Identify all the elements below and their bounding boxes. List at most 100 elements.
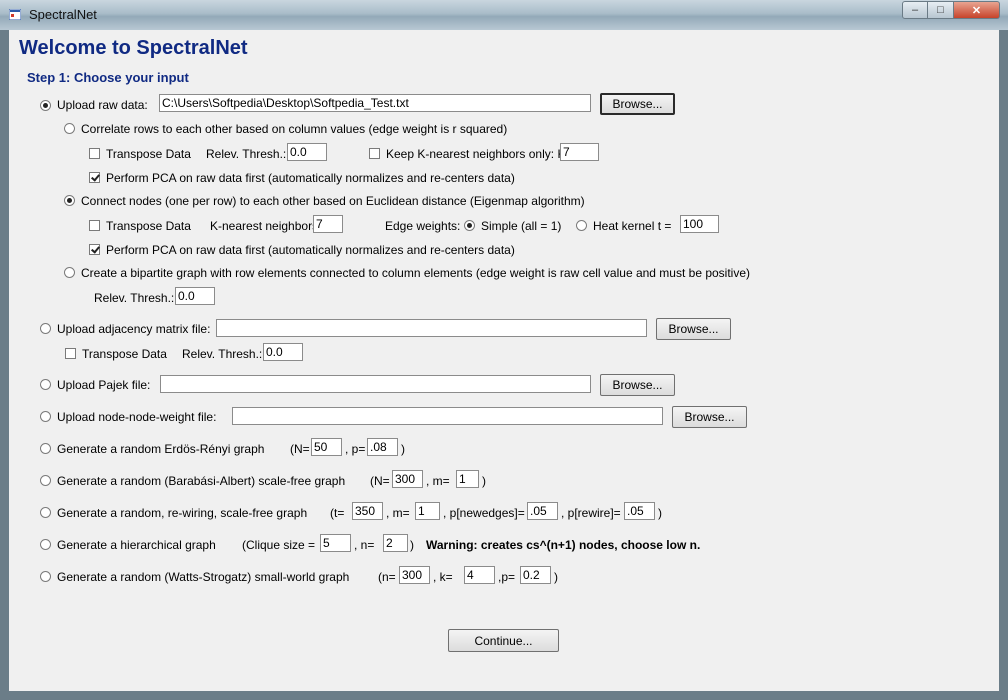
radio-heat-kernel[interactable] <box>576 220 587 231</box>
close-icon: ✕ <box>971 4 982 17</box>
heat-kernel-input[interactable]: 100 <box>680 215 719 233</box>
connect-transpose-checkbox[interactable] <box>89 220 100 231</box>
rewiring-t-input[interactable]: 350 <box>352 502 383 520</box>
rewiring-pnew-label: , p[newedges]= <box>443 506 525 520</box>
adjacency-path-input[interactable] <box>216 319 647 337</box>
watts-n-label: (n= <box>378 570 396 584</box>
edge-weights-label: Edge weights: <box>385 219 461 233</box>
rewiring-close: ) <box>658 506 662 520</box>
continue-button[interactable]: Continue... <box>448 629 559 652</box>
correlate-knn-input[interactable]: 7 <box>560 143 599 161</box>
hierarchical-close: ) <box>410 538 414 552</box>
knn-label: Keep K-nearest neighbors only: K= <box>386 147 573 161</box>
bipartite-label: Create a bipartite graph with row elemen… <box>81 266 751 280</box>
correlate-relev-label: Relev. Thresh.: <box>206 147 287 161</box>
bipartite-relev-label: Relev. Thresh.: <box>94 291 175 305</box>
erdos-n-input[interactable]: 50 <box>311 438 342 456</box>
nnw-path-input[interactable] <box>232 407 663 425</box>
rewiring-prew-input[interactable]: .05 <box>624 502 655 520</box>
radio-bipartite[interactable] <box>64 267 75 278</box>
radio-rewiring[interactable] <box>40 507 51 518</box>
connect-knn-input[interactable]: 7 <box>313 215 343 233</box>
connect-transpose-label: Transpose Data <box>106 219 191 233</box>
hierarchical-n-label: , n= <box>354 538 375 552</box>
radio-simple[interactable] <box>464 220 475 231</box>
nnw-label: Upload node-node-weight file: <box>57 410 217 424</box>
hierarchical-n-input[interactable]: 2 <box>383 534 408 552</box>
rewiring-m-label: , m= <box>386 506 410 520</box>
radio-pajek[interactable] <box>40 379 51 390</box>
knn-checkbox[interactable] <box>369 148 380 159</box>
watts-k-input[interactable]: 4 <box>464 566 495 584</box>
correlate-pca-checkbox[interactable] <box>89 172 100 183</box>
hierarchical-warning: Warning: creates cs^(n+1) nodes, choose … <box>426 538 701 552</box>
radio-correlate[interactable] <box>64 123 75 134</box>
adjacency-browse-button[interactable]: Browse... <box>656 318 731 340</box>
erdos-close: ) <box>401 442 405 456</box>
barabasi-m-label: , m= <box>426 474 450 488</box>
adjacency-relev-input[interactable]: 0.0 <box>263 343 303 361</box>
hierarchical-label: Generate a hierarchical graph <box>57 538 216 552</box>
upload-raw-label: Upload raw data: <box>57 98 148 112</box>
radio-nnw[interactable] <box>40 411 51 422</box>
rewiring-t-label: (t= <box>330 506 345 520</box>
correlate-relev-input[interactable]: 0.0 <box>287 143 327 161</box>
title-bar[interactable]: SpectralNet – □ ✕ <box>0 0 1008 30</box>
pajek-browse-button[interactable]: Browse... <box>600 374 675 396</box>
radio-connect[interactable] <box>64 195 75 206</box>
rewiring-prew-label: , p[rewire]= <box>561 506 621 520</box>
maximize-icon: □ <box>937 4 944 16</box>
connect-label: Connect nodes (one per row) to each othe… <box>81 194 585 208</box>
adjacency-transpose-checkbox[interactable] <box>65 348 76 359</box>
barabasi-label: Generate a random (Barabási-Albert) scal… <box>57 474 346 488</box>
erdos-n-label: (N= <box>290 442 310 456</box>
watts-p-label: ,p= <box>498 570 516 584</box>
watts-p-input[interactable]: 0.2 <box>520 566 551 584</box>
close-button[interactable]: ✕ <box>954 1 1000 19</box>
rewiring-m-input[interactable]: 1 <box>415 502 440 520</box>
correlate-pca-label: Perform PCA on raw data first (automatic… <box>106 171 515 185</box>
erdos-label: Generate a random Erdös-Rényi graph <box>57 442 265 456</box>
minimize-icon: – <box>911 4 919 16</box>
minimize-button[interactable]: – <box>902 1 928 19</box>
pajek-label: Upload Pajek file: <box>57 378 151 392</box>
adjacency-relev-label: Relev. Thresh.: <box>182 347 263 361</box>
radio-barabasi[interactable] <box>40 475 51 486</box>
radio-upload-raw[interactable] <box>40 100 51 111</box>
simple-label: Simple (all = 1) <box>481 219 562 233</box>
radio-hierarchical[interactable] <box>40 539 51 550</box>
barabasi-n-label: (N= <box>370 474 390 488</box>
rewiring-pnew-input[interactable]: .05 <box>527 502 558 520</box>
connect-knn-label: K-nearest neighbors: <box>210 219 322 233</box>
adjacency-transpose-label: Transpose Data <box>82 347 167 361</box>
watts-k-label: , k= <box>433 570 453 584</box>
radio-watts[interactable] <box>40 571 51 582</box>
clique-size-input[interactable]: 5 <box>320 534 351 552</box>
window-title: SpectralNet <box>29 7 97 22</box>
barabasi-n-input[interactable]: 300 <box>392 470 423 488</box>
raw-browse-button[interactable]: Browse... <box>600 93 675 115</box>
watts-label: Generate a random (Watts-Strogatz) small… <box>57 570 350 584</box>
connect-pca-checkbox[interactable] <box>89 244 100 255</box>
radio-erdos[interactable] <box>40 443 51 454</box>
erdos-p-label: , p= <box>345 442 366 456</box>
correlate-transpose-label: Transpose Data <box>106 147 191 161</box>
barabasi-m-input[interactable]: 1 <box>456 470 479 488</box>
adjacency-label: Upload adjacency matrix file: <box>57 322 211 336</box>
app-icon <box>9 9 21 20</box>
maximize-button[interactable]: □ <box>928 1 954 19</box>
watts-n-input[interactable]: 300 <box>399 566 430 584</box>
page-title: Welcome to SpectralNet <box>19 37 248 59</box>
watts-close: ) <box>554 570 558 584</box>
radio-adjacency[interactable] <box>40 323 51 334</box>
raw-data-path-input[interactable]: C:\Users\Softpedia\Desktop\Softpedia_Tes… <box>159 94 591 112</box>
rewiring-label: Generate a random, re-wiring, scale-free… <box>57 506 308 520</box>
bipartite-relev-input[interactable]: 0.0 <box>175 287 215 305</box>
correlate-transpose-checkbox[interactable] <box>89 148 100 159</box>
heat-kernel-label: Heat kernel t = <box>593 219 672 233</box>
connect-pca-label: Perform PCA on raw data first (automatic… <box>106 243 515 257</box>
pajek-path-input[interactable] <box>160 375 591 393</box>
barabasi-close: ) <box>482 474 486 488</box>
nnw-browse-button[interactable]: Browse... <box>672 406 747 428</box>
erdos-p-input[interactable]: .08 <box>367 438 398 456</box>
